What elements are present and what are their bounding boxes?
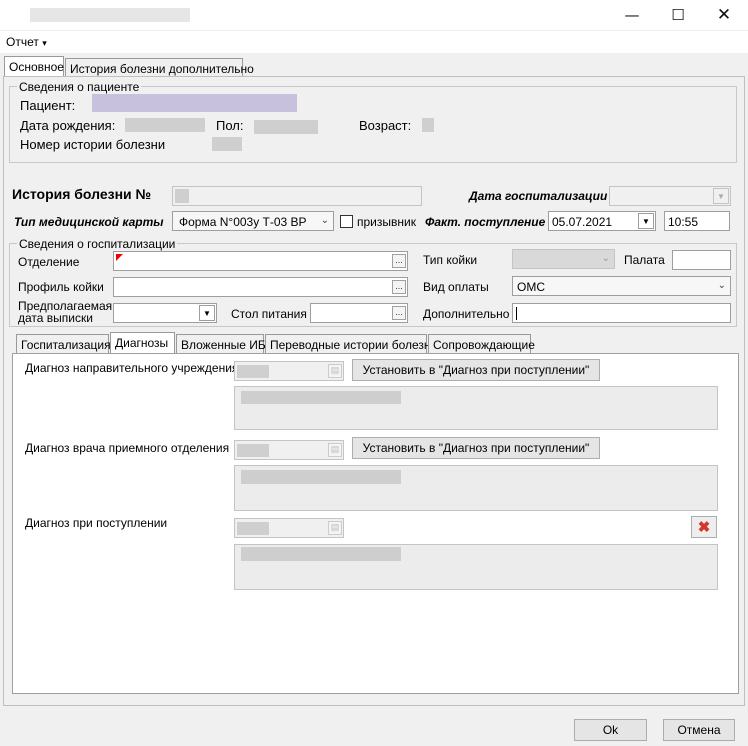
bed-profile-browse-button[interactable]: ...: [392, 280, 406, 294]
actual-time-value: 10:55: [668, 215, 699, 229]
calendar-dropdown-icon[interactable]: ▼: [638, 213, 654, 229]
tab-transfer-histories[interactable]: Переводные истории болезни: [265, 334, 437, 354]
reception-browse-button[interactable]: ▤: [328, 443, 342, 457]
bed-profile-label: Профиль койки: [18, 280, 104, 294]
sex-label: Пол:: [216, 118, 244, 133]
reception-diagnosis-text[interactable]: [234, 465, 718, 511]
calendar-dropdown-icon[interactable]: ▼: [713, 188, 729, 204]
discharge-label-line2: дата выписки: [18, 311, 93, 325]
ward-field[interactable]: [672, 250, 731, 270]
tab-diagnoses[interactable]: Диагнозы: [110, 332, 175, 354]
hosp-date-field[interactable]: ▼: [609, 186, 731, 206]
birth-date-redacted: [125, 118, 205, 132]
meal-table-label: Стол питания: [231, 307, 307, 321]
actual-date-value: 05.07.2021: [552, 215, 613, 229]
reception-diagnosis-code[interactable]: ▤: [234, 440, 344, 460]
minimize-icon[interactable]: —: [610, 0, 654, 30]
chevron-down-icon: ▾: [42, 38, 47, 48]
menu-report[interactable]: Отчет ▾: [6, 35, 47, 49]
required-marker-icon: [116, 254, 123, 261]
age-label: Возраст:: [359, 118, 412, 133]
meal-table-field[interactable]: ...: [310, 303, 408, 323]
actual-time-field[interactable]: 10:55: [664, 211, 730, 231]
referral-diagnosis-redacted: [241, 391, 401, 404]
discharge-date-field[interactable]: ▼: [113, 303, 217, 323]
meal-table-browse-button[interactable]: ...: [392, 306, 406, 320]
admission-diagnosis-text[interactable]: [234, 544, 718, 590]
department-label: Отделение: [18, 255, 80, 269]
bed-type-select[interactable]: ⌄: [512, 249, 615, 269]
sex-redacted: [254, 120, 318, 134]
tab-hospitalization[interactable]: Госпитализация: [16, 334, 111, 354]
tab-main[interactable]: Основное: [4, 56, 64, 78]
close-icon[interactable]: ✕: [702, 0, 746, 30]
additional-field[interactable]: [512, 303, 731, 323]
payment-type-label: Вид оплаты: [423, 280, 489, 294]
card-type-label: Тип медицинской карты: [14, 215, 164, 229]
chevron-down-icon: ⌄: [717, 280, 726, 291]
department-field[interactable]: ...: [113, 251, 408, 271]
patient-name-redacted: [92, 94, 297, 112]
department-browse-button[interactable]: ...: [392, 254, 406, 268]
history-title: История болезни №: [12, 186, 152, 202]
birth-date-label: Дата рождения:: [20, 118, 116, 133]
history-number-redacted: [212, 137, 242, 151]
card-type-value: Форма N°003у Т-03 ВР: [179, 215, 307, 229]
referral-code-redacted: [237, 365, 269, 378]
tab-history-additional[interactable]: История болезни дополнительно: [65, 58, 254, 78]
chevron-down-icon: ⌄: [601, 253, 610, 264]
maximize-icon[interactable]: ☐: [656, 0, 700, 30]
admission-diagnosis-redacted: [241, 547, 401, 561]
discharge-label: Предполагаемая дата выписки: [18, 300, 112, 324]
actual-date-field[interactable]: 05.07.2021 ▼: [548, 211, 656, 231]
payment-type-select[interactable]: ОМС ⌄: [512, 276, 731, 296]
ok-button[interactable]: Ok: [574, 719, 647, 741]
set-admission-diagnosis-button-2[interactable]: Установить в "Диагноз при поступлении": [352, 437, 600, 459]
history-number-label: Номер истории болезни: [20, 137, 166, 152]
chevron-down-icon: ⌄: [320, 215, 329, 226]
history-number-field-redacted: [175, 189, 189, 203]
reception-diagnosis-label: Диагноз врача приемного отделения: [25, 441, 230, 455]
tab-accompanying[interactable]: Сопровождающие: [428, 334, 535, 354]
referral-diagnosis-label: Диагноз направительного учреждения: [25, 361, 239, 375]
history-number-field: [172, 186, 422, 206]
admission-browse-button[interactable]: ▤: [328, 521, 342, 535]
calendar-dropdown-icon[interactable]: ▼: [199, 305, 215, 321]
text-cursor: [516, 307, 517, 320]
patient-group-title: Сведения о пациенте: [17, 80, 142, 94]
cancel-button[interactable]: Отмена: [663, 719, 735, 741]
referral-diagnosis-code[interactable]: ▤: [234, 361, 344, 381]
payment-type-value: ОМС: [517, 280, 545, 294]
patient-label: Пациент:: [20, 98, 76, 113]
menu-report-label: Отчет: [6, 35, 39, 49]
hosp-date-label: Дата госпитализации: [469, 189, 608, 203]
admission-code-redacted: [237, 522, 269, 535]
set-admission-diagnosis-button-1[interactable]: Установить в "Диагноз при поступлении": [352, 359, 600, 381]
referral-browse-button[interactable]: ▤: [328, 364, 342, 378]
conscript-checkbox[interactable]: [340, 215, 353, 228]
bed-profile-field[interactable]: ...: [113, 277, 408, 297]
admission-diagnosis-label: Диагноз при поступлении: [25, 516, 168, 530]
age-redacted: [422, 118, 434, 132]
admission-diagnosis-code[interactable]: ▤: [234, 518, 344, 538]
reception-diagnosis-redacted: [241, 470, 401, 484]
reception-code-redacted: [237, 444, 269, 457]
conscript-label: призывник: [357, 215, 416, 229]
bed-type-label: Тип койки: [423, 253, 478, 267]
tab-nested-histories[interactable]: Вложенные ИБ: [176, 334, 266, 354]
hospitalization-group-title: Сведения о госпитализации: [17, 237, 178, 251]
referral-diagnosis-text[interactable]: [234, 386, 718, 430]
menu-bar: [0, 31, 748, 53]
card-type-select[interactable]: Форма N°003у Т-03 ВР ⌄: [172, 211, 334, 231]
ward-label: Палата: [624, 253, 665, 267]
additional-label: Дополнительно: [423, 307, 510, 321]
window-title-redacted: [30, 8, 190, 22]
actual-admission-label: Факт. поступление: [425, 215, 546, 229]
clear-diagnosis-icon[interactable]: ✖: [691, 516, 717, 538]
